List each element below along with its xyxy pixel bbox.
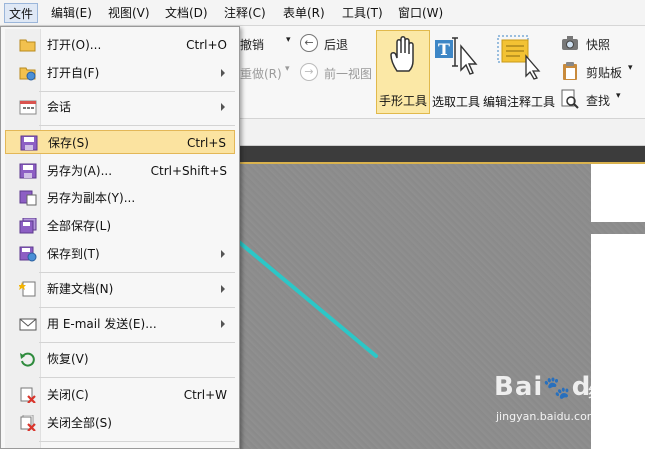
menu-item-save-copy[interactable]: 另存为副本(Y)...: [5, 186, 235, 210]
watermark-url: jingyan.baidu.com: [496, 410, 598, 423]
menu-item-send-email[interactable]: 用 E-mail 发送(E)...: [5, 312, 235, 336]
menu-window[interactable]: 窗口(W): [394, 3, 447, 23]
baidu-watermark: Bai🐾du 经验 jingyan.baidu.com: [490, 372, 640, 432]
menu-comment[interactable]: 注释(C): [220, 3, 270, 23]
submenu-arrow-icon: [221, 285, 225, 293]
annotation-edit-icon: [497, 35, 541, 80]
menu-file[interactable]: 文件: [4, 3, 39, 23]
submenu-arrow-icon: [221, 320, 225, 328]
menu-item-label: 保存(S): [48, 136, 89, 150]
menu-edit[interactable]: 编辑(E): [47, 3, 96, 23]
prev-view-button[interactable]: 前一视图: [324, 65, 372, 82]
back-button[interactable]: 后退: [324, 36, 348, 53]
menu-item-label: 新建文档(N): [47, 282, 114, 296]
hand-tool-label: 手形工具: [378, 94, 427, 108]
menu-item-shortcut: Ctrl+O: [186, 38, 227, 52]
menu-separator: [39, 125, 235, 126]
menu-item-save-as[interactable]: 另存为(A)... Ctrl+Shift+S: [5, 159, 235, 183]
menu-item-new-document[interactable]: 新建文档(N): [5, 277, 235, 301]
svg-text:T: T: [438, 40, 450, 59]
menu-separator: [39, 342, 235, 343]
menu-separator: [39, 91, 235, 92]
save-all-icon: [19, 218, 37, 234]
revert-icon: [20, 352, 35, 367]
menu-item-revert[interactable]: 恢复(V): [5, 347, 235, 371]
submenu-arrow-icon: [221, 250, 225, 258]
menu-item-label: 会话: [47, 100, 72, 114]
redo-dropdown-icon[interactable]: ▾: [285, 64, 290, 74]
undo-button[interactable]: 撤销: [240, 36, 264, 53]
find-button[interactable]: 查找: [586, 92, 610, 109]
submenu-arrow-icon: [221, 103, 225, 111]
menu-item-open[interactable]: 打开(O)... Ctrl+O: [5, 33, 235, 57]
snapshot-button[interactable]: 快照: [586, 36, 610, 53]
menu-item-shortcut: Ctrl+S: [186, 136, 226, 150]
hand-tool-button[interactable]: 手形工具: [376, 30, 430, 114]
close-document-icon: [20, 387, 36, 403]
select-tool-label: 选取工具: [431, 95, 480, 109]
camera-icon: [562, 36, 578, 50]
menu-item-close-all[interactable]: 关闭全部(S): [5, 411, 235, 435]
menu-item-open-from[interactable]: 打开自(F): [5, 61, 235, 85]
menu-document[interactable]: 文档(D): [161, 3, 212, 23]
menu-item-label: 恢复(V): [47, 352, 89, 366]
undo-dropdown-icon[interactable]: ▾: [286, 35, 291, 45]
watermark-suffix: 经验: [588, 382, 624, 403]
menu-separator: [39, 377, 235, 378]
menu-item-label: 全部保存(L): [47, 219, 112, 233]
clipboard-icon: [563, 62, 577, 80]
menu-item-save[interactable]: 保存(S) Ctrl+S: [5, 130, 235, 154]
calendar-icon: [19, 100, 37, 115]
redo-button[interactable]: 重做(R): [240, 65, 282, 82]
menu-item-label: 关闭全部(S): [47, 416, 112, 430]
menu-item-label: 另存为副本(Y)...: [47, 191, 136, 205]
find-dropdown-icon[interactable]: ▾: [616, 91, 621, 101]
menu-view[interactable]: 视图(V): [104, 3, 154, 23]
email-icon: [19, 318, 37, 331]
edit-annotation-tool-label: 编辑注释工具: [482, 95, 555, 109]
edit-annotation-tool-button[interactable]: 编辑注释工具: [482, 30, 556, 114]
back-icon[interactable]: ←: [300, 34, 318, 52]
menu-item-shortcut: Ctrl+W: [183, 388, 227, 402]
select-tool-button[interactable]: T 选取工具: [430, 30, 482, 114]
menu-tools[interactable]: 工具(T): [338, 3, 387, 23]
menu-item-shortcut: Ctrl+Shift+S: [150, 164, 227, 178]
submenu-arrow-icon: [221, 69, 225, 77]
new-document-icon: [19, 281, 36, 297]
clipboard-dropdown-icon[interactable]: ▾: [628, 63, 633, 73]
menu-item-label: 关闭(C): [47, 388, 89, 402]
menu-separator: [39, 307, 235, 308]
save-disk-icon: [20, 135, 38, 151]
menu-item-label: 用 E-mail 发送(E)...: [47, 317, 157, 331]
menu-item-save-all[interactable]: 全部保存(L): [5, 214, 235, 238]
clipboard-button[interactable]: 剪贴板: [586, 64, 622, 81]
menu-item-label: 打开(O)...: [47, 38, 102, 52]
menu-separator: [39, 441, 235, 442]
forward-icon[interactable]: →: [300, 63, 318, 81]
menu-item-save-to[interactable]: 保存到(T): [5, 242, 235, 266]
hand-icon: [390, 36, 414, 72]
save-as-icon: [19, 163, 37, 179]
menu-bar: 文件 编辑(E) 视图(V) 文档(D) 注释(C) 表单(R) 工具(T) 窗…: [0, 0, 645, 26]
menu-item-label: 保存到(T): [47, 247, 100, 261]
menu-item-session[interactable]: 会话: [5, 95, 235, 119]
document-page[interactable]: [591, 164, 645, 222]
text-select-icon: T: [435, 37, 478, 75]
menu-form[interactable]: 表单(R): [279, 3, 329, 23]
menu-item-label: 另存为(A)...: [47, 164, 113, 178]
file-menu-dropdown: 打开(O)... Ctrl+O 打开自(F) 会话 保存(S) Ctrl+S 另…: [0, 26, 240, 449]
menu-item-label: 打开自(F): [47, 66, 100, 80]
save-to-globe-icon: [19, 246, 37, 262]
save-copy-icon: [19, 190, 37, 206]
find-icon: [561, 89, 579, 109]
folder-open-icon: [19, 39, 36, 52]
close-all-icon: [20, 415, 36, 431]
menu-separator: [39, 272, 235, 273]
menu-item-close[interactable]: 关闭(C) Ctrl+W: [5, 383, 235, 407]
folder-globe-icon: [19, 67, 36, 81]
